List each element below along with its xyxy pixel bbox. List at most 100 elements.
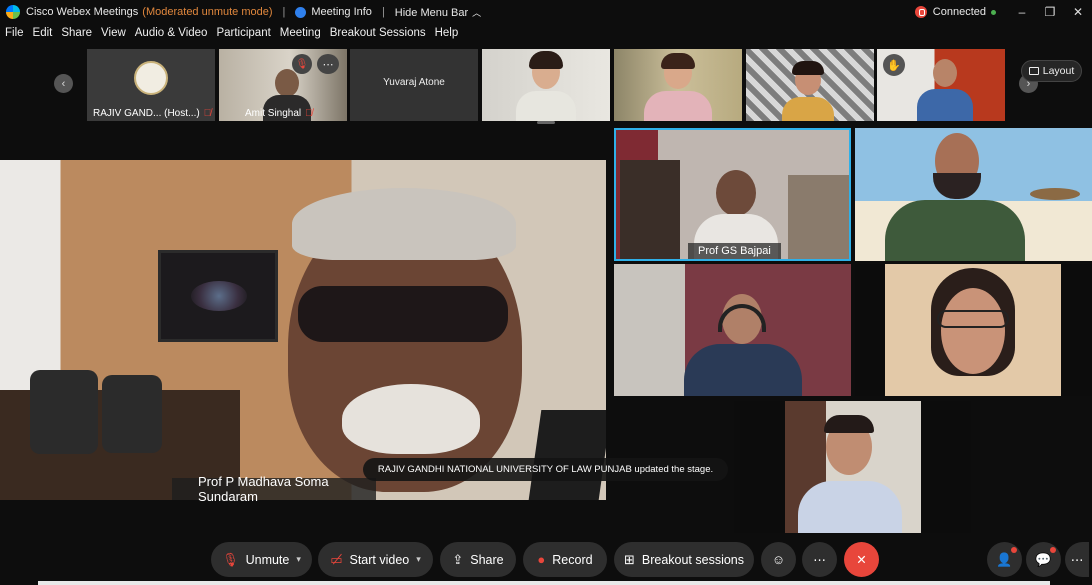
participant-thumb[interactable]: Yuvaraj Atone bbox=[350, 49, 478, 121]
minimize-button[interactable]: – bbox=[1008, 5, 1036, 19]
speaker-sunglasses bbox=[298, 286, 508, 342]
muted-mic-icon: 🎙̸ bbox=[305, 108, 313, 119]
glasses-icon bbox=[937, 310, 1009, 328]
participant-body bbox=[684, 344, 802, 396]
menu-file[interactable]: File bbox=[5, 27, 24, 45]
start-video-label: Start video bbox=[349, 552, 410, 567]
menu-edit[interactable]: Edit bbox=[33, 27, 53, 45]
participant-head bbox=[716, 170, 756, 216]
bookshelf bbox=[620, 160, 680, 259]
notification-dot bbox=[1050, 547, 1056, 553]
participant-body bbox=[885, 200, 1025, 261]
connection-status-icon bbox=[914, 6, 927, 18]
video-off-icon: ▭̸ bbox=[330, 551, 343, 567]
participant-thumb[interactable] bbox=[746, 49, 874, 121]
menu-view[interactable]: View bbox=[101, 27, 126, 45]
participant-thumb[interactable] bbox=[482, 49, 610, 121]
title-separator: | bbox=[282, 6, 286, 18]
connected-indicator bbox=[991, 9, 996, 15]
muted-mic-icon: 🎙̸ bbox=[203, 108, 212, 119]
main-stage-video[interactable] bbox=[0, 160, 606, 500]
participant-head bbox=[933, 59, 957, 87]
participant-body bbox=[782, 97, 834, 121]
notification-dot bbox=[1011, 547, 1017, 553]
menu-meeting[interactable]: Meeting bbox=[280, 27, 321, 45]
breakout-grid-icon: ⊞ bbox=[623, 551, 635, 567]
participant-body bbox=[917, 89, 973, 121]
close-window-button[interactable]: ✕ bbox=[1064, 5, 1092, 19]
chat-icon: 💬 bbox=[1035, 551, 1052, 567]
taskbar-strip bbox=[38, 581, 1050, 585]
participant-beard bbox=[933, 173, 981, 199]
moderated-mode-label: (Moderated unmute mode) bbox=[142, 6, 273, 18]
reactions-button[interactable]: ☺ bbox=[761, 542, 796, 577]
app-title: Cisco Webex Meetings bbox=[26, 6, 139, 18]
layout-label: Layout bbox=[1042, 65, 1075, 77]
more-options-icon[interactable]: ⋯ bbox=[317, 54, 339, 74]
participant-name: RAJIV GAND... (Host...) bbox=[93, 108, 200, 119]
menu-share[interactable]: Share bbox=[61, 27, 92, 45]
title-separator: | bbox=[381, 6, 385, 18]
stage-update-notification: RAJIV GANDHI NATIONAL UNIVERSITY OF LAW … bbox=[363, 458, 728, 481]
share-icon: ⇪ bbox=[452, 551, 464, 567]
title-bar: Cisco Webex Meetings (Moderated unmute m… bbox=[0, 0, 1092, 24]
tv-glow bbox=[191, 281, 247, 311]
record-icon: ● bbox=[537, 552, 546, 567]
participant-name: Amit Singhal bbox=[245, 108, 302, 119]
record-label: Record bbox=[552, 552, 593, 567]
layout-button[interactable]: Layout bbox=[1021, 60, 1082, 82]
headphone-mic bbox=[528, 410, 606, 500]
participants-panel-button[interactable]: 👤 bbox=[987, 542, 1022, 577]
participant-body bbox=[798, 481, 902, 533]
bookshelf bbox=[788, 175, 849, 259]
chevron-down-icon[interactable]: ▾ bbox=[296, 554, 301, 565]
participant-body bbox=[516, 91, 576, 121]
participant-hair bbox=[824, 415, 874, 433]
active-speaker-name: Prof GS Bajpai bbox=[688, 243, 781, 259]
stage-speaker-name: Prof P Madhava Soma Sundaram bbox=[172, 474, 376, 504]
video-tile[interactable] bbox=[734, 401, 971, 533]
breakout-sessions-button[interactable]: ⊞ Breakout sessions bbox=[614, 542, 754, 577]
menu-breakout-sessions[interactable]: Breakout Sessions bbox=[330, 27, 426, 45]
participant-thumb[interactable]: 🎙 ⋯ Amit Singhal 🎙̸ bbox=[219, 49, 347, 121]
share-label: Share bbox=[470, 552, 504, 567]
office-chair bbox=[30, 370, 98, 454]
chat-panel-button[interactable]: 💬 bbox=[1026, 542, 1061, 577]
share-button[interactable]: ⇪ Share bbox=[440, 542, 516, 577]
participant-hair bbox=[792, 61, 824, 75]
record-button[interactable]: ● Record bbox=[523, 542, 607, 577]
participant-thumb[interactable]: RAJIV GAND... (Host...) 🎙̸ bbox=[87, 49, 215, 121]
muted-mic-icon: 🎙 bbox=[222, 551, 239, 567]
more-options-button[interactable]: ⋯ bbox=[802, 542, 837, 577]
raise-hand-icon: ✋ bbox=[883, 54, 905, 76]
muted-mic-icon: 🎙 bbox=[292, 54, 312, 74]
beach-umbrella bbox=[1030, 188, 1080, 200]
speaker-beard bbox=[342, 384, 480, 454]
unmute-button[interactable]: 🎙 Unmute ▾ bbox=[211, 542, 312, 577]
menu-help[interactable]: Help bbox=[435, 27, 459, 45]
office-chair bbox=[102, 375, 162, 453]
video-tile[interactable] bbox=[614, 264, 851, 396]
participant-thumb[interactable]: ✋ bbox=[877, 49, 1005, 121]
menu-audio-video[interactable]: Audio & Video bbox=[135, 27, 208, 45]
end-meeting-button[interactable]: ✕ bbox=[844, 542, 879, 577]
participant-head bbox=[941, 288, 1005, 374]
participant-thumb[interactable] bbox=[614, 49, 742, 121]
participant-body bbox=[644, 91, 712, 121]
video-tile[interactable] bbox=[855, 264, 1092, 396]
video-tile[interactable] bbox=[855, 128, 1092, 261]
connection-status: Connected bbox=[932, 6, 986, 18]
hide-menu-bar-button[interactable]: Hide Menu Bar ︿ bbox=[395, 6, 481, 19]
filmstrip-prev-button[interactable]: ‹ bbox=[54, 74, 73, 93]
start-video-button[interactable]: ▭̸ Start video ▾ bbox=[318, 542, 433, 577]
menu-participant[interactable]: Participant bbox=[216, 27, 270, 45]
chevron-down-icon[interactable]: ▾ bbox=[416, 554, 421, 565]
meeting-info-link[interactable]: Meeting Info bbox=[311, 6, 372, 18]
video-tile-active-speaker[interactable]: Prof GS Bajpai bbox=[614, 128, 851, 261]
smiley-icon: ☺ bbox=[771, 552, 786, 567]
restore-button[interactable]: ❐ bbox=[1036, 5, 1064, 19]
filmstrip-resize-handle[interactable] bbox=[537, 121, 555, 124]
participant-hair bbox=[661, 53, 695, 69]
chevron-up-icon: ︿ bbox=[472, 7, 482, 18]
more-panels-button[interactable]: ⋯ bbox=[1065, 542, 1089, 577]
